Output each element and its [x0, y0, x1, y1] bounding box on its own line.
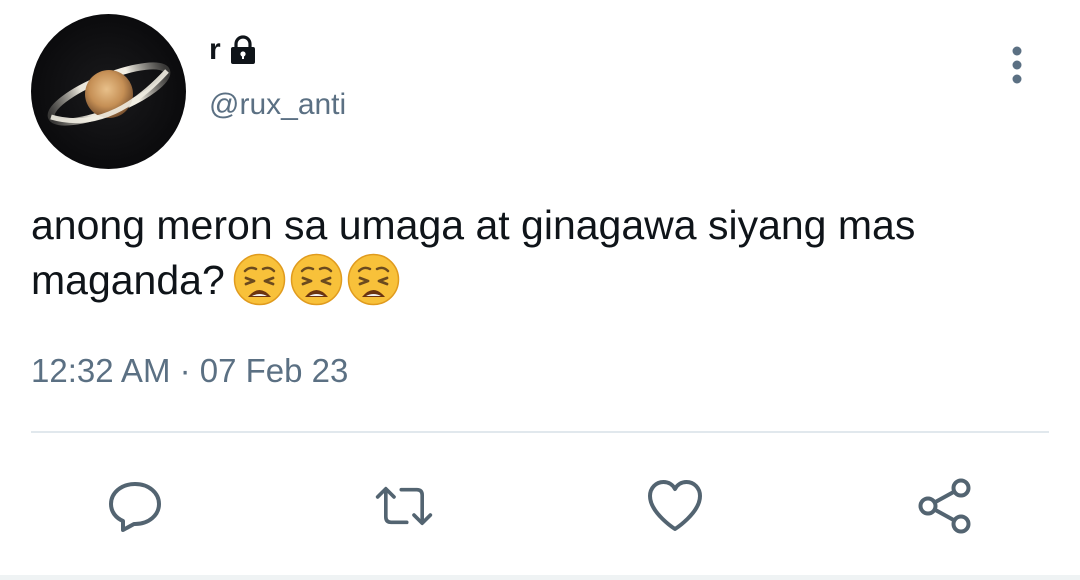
share-icon	[918, 478, 971, 534]
more-options-button[interactable]	[1000, 40, 1034, 90]
weary-face-emoji-icon	[233, 253, 286, 306]
tweet-timestamp[interactable]: 12:32 AM · 07 Feb 23	[31, 354, 348, 387]
avatar[interactable]	[31, 14, 186, 169]
reply-button[interactable]	[105, 476, 165, 536]
weary-face-emoji-icon	[290, 253, 343, 306]
reply-icon	[109, 482, 161, 532]
divider	[31, 431, 1049, 433]
tweet-text: anong meron sa umaga at ginagawa siyang …	[31, 198, 1061, 308]
lock-icon	[227, 35, 259, 65]
like-button[interactable]	[645, 476, 705, 536]
display-name[interactable]: r	[209, 35, 221, 65]
tweet-card: r @rux_anti anong meron sa umaga at gina…	[0, 0, 1080, 580]
share-button[interactable]	[915, 476, 975, 536]
author-name-row: r	[209, 30, 259, 70]
handle[interactable]: @rux_anti	[209, 90, 346, 120]
heart-icon	[648, 480, 702, 531]
more-vertical-icon	[1012, 46, 1022, 84]
bottom-border	[0, 575, 1080, 580]
retweet-button[interactable]	[374, 476, 434, 536]
tweet-text-content: anong meron sa umaga at ginagawa siyang …	[31, 202, 916, 303]
retweet-icon	[375, 486, 433, 526]
saturn-image	[47, 62, 171, 126]
weary-face-emoji-icon	[347, 253, 400, 306]
